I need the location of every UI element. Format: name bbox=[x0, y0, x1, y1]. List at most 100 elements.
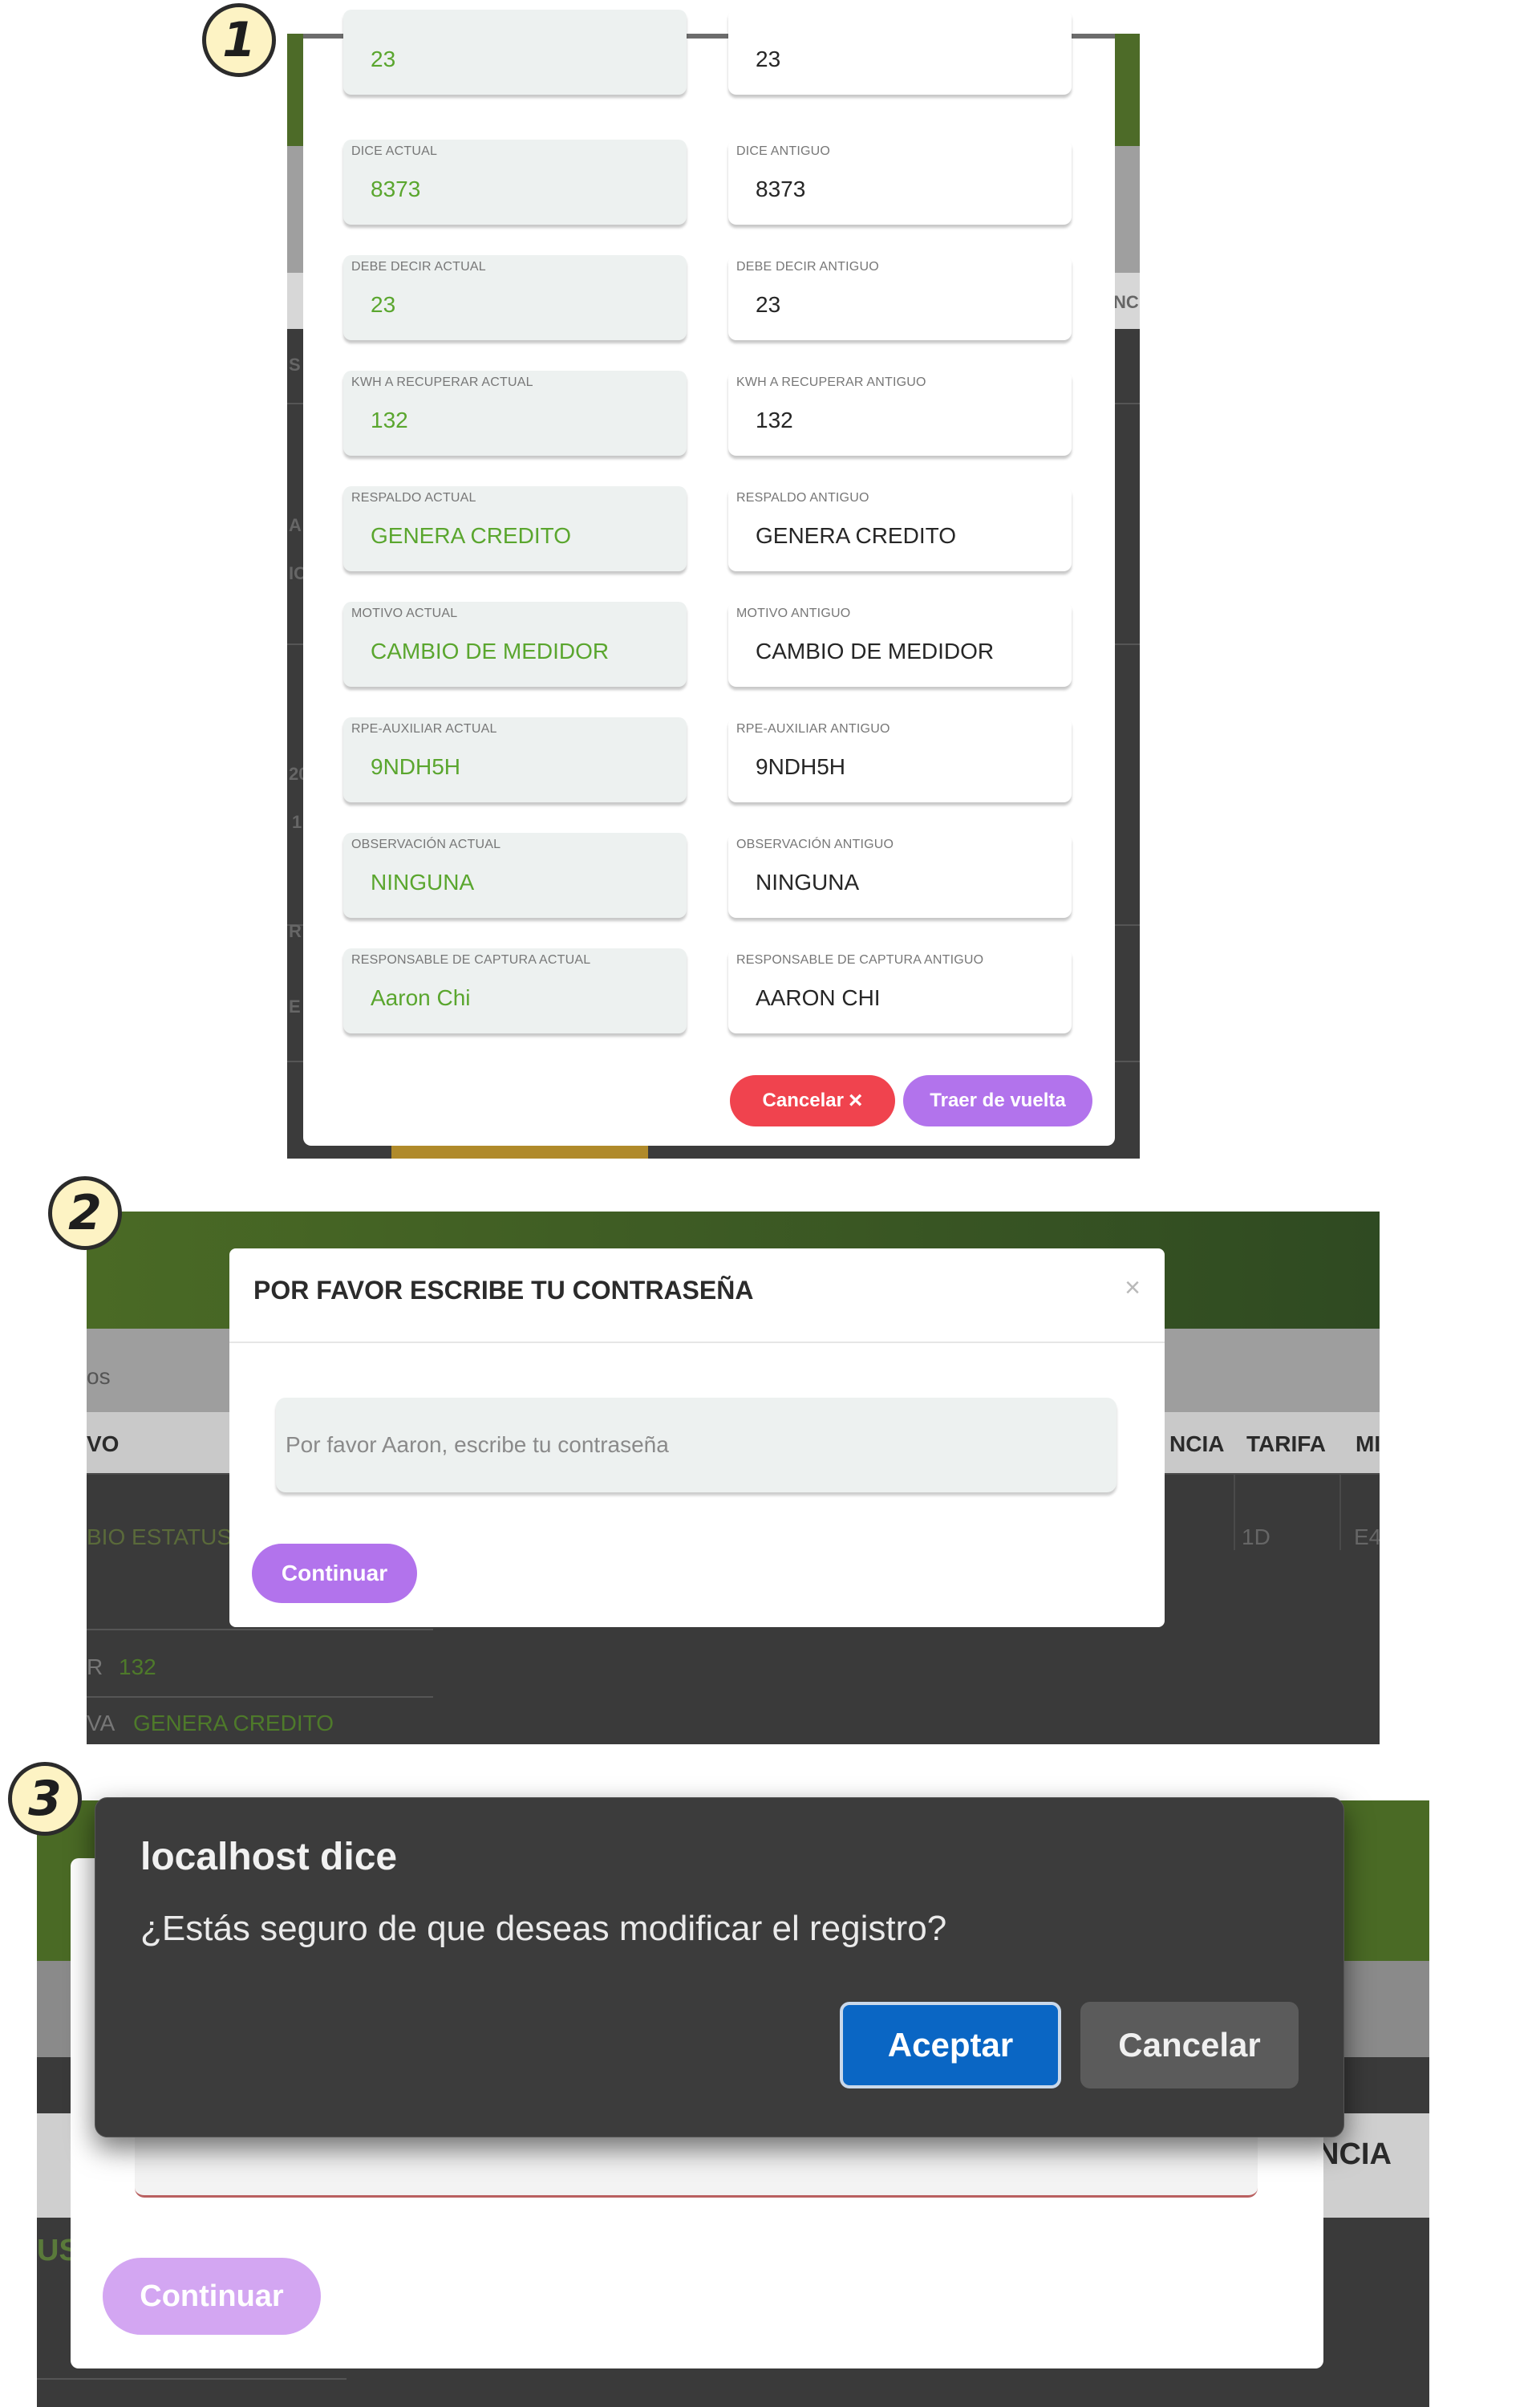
background-text-fragment: S bbox=[289, 355, 301, 375]
continue-button-label: Continuar bbox=[140, 2279, 284, 2313]
background-text-fragment: 1 bbox=[292, 812, 302, 832]
modal-title: POR FAVOR ESCRIBE TU CONTRASEÑA bbox=[253, 1276, 754, 1305]
cancel-button[interactable]: Cancelar bbox=[1080, 2002, 1299, 2088]
current-field[interactable]: OBSERVACIÓN ACTUAL NINGUNA bbox=[343, 833, 687, 918]
field-label: KWH A RECUPERAR ACTUAL bbox=[351, 375, 533, 389]
field-label: DEBE DECIR ANTIGUO bbox=[736, 260, 879, 274]
background-text-fragment: R bbox=[289, 921, 302, 941]
step-number: 2 bbox=[68, 1185, 102, 1241]
field-label: RPE-AUXILIAR ANTIGUO bbox=[736, 722, 890, 736]
background-tab-fragment: os bbox=[87, 1364, 111, 1389]
cancel-button-label: Cancelar bbox=[1118, 2026, 1261, 2064]
field-value: NINGUNA bbox=[371, 870, 475, 895]
continue-button[interactable]: Continuar bbox=[252, 1544, 417, 1603]
cancel-button-label: Cancelar bbox=[762, 1090, 844, 1111]
table-header-cell: NCIA bbox=[1169, 1431, 1225, 1456]
accept-button-label: Aceptar bbox=[887, 2026, 1014, 2064]
step-badge-3: 3 bbox=[8, 1762, 82, 1836]
old-field[interactable]: DEBE DECIR ANTIGUO 23 bbox=[728, 255, 1072, 340]
field-label: DICE ANTIGUO bbox=[736, 144, 831, 158]
continue-button[interactable]: Continuar bbox=[103, 2258, 321, 2335]
field-value: GENERA CREDITO bbox=[371, 523, 571, 548]
table-cell: 1D bbox=[1242, 1524, 1270, 1549]
field-value: GENERA CREDITO bbox=[756, 523, 956, 548]
password-input[interactable] bbox=[276, 1398, 1116, 1492]
field-label: OBSERVACIÓN ACTUAL bbox=[351, 838, 501, 851]
table-header-cell: VO bbox=[87, 1431, 120, 1456]
step-badge-1: 1 bbox=[202, 3, 276, 77]
accept-button[interactable]: Aceptar bbox=[840, 2002, 1061, 2088]
old-field[interactable]: RESPALDO ANTIGUO GENERA CREDITO bbox=[728, 486, 1072, 571]
field-label: OBSERVACIÓN ANTIGUO bbox=[736, 838, 894, 851]
detail-key: VA bbox=[87, 1711, 116, 1735]
compare-record-modal: 23 23 DICE ACTUAL 8373 DICE ANTIGUO 8373 DEBE … bbox=[303, 10, 1115, 1146]
modal-header-divider bbox=[229, 1342, 1165, 1343]
field-label: DICE ACTUAL bbox=[351, 144, 438, 158]
field-value: 132 bbox=[756, 408, 793, 432]
field-value: 23 bbox=[756, 292, 781, 317]
step-number: 1 bbox=[222, 12, 256, 68]
field-value: 23 bbox=[371, 292, 396, 317]
old-field[interactable]: MOTIVO ANTIGUO CAMBIO DE MEDIDOR bbox=[728, 602, 1072, 687]
restore-button[interactable]: Traer de vuelta bbox=[903, 1075, 1092, 1126]
current-field[interactable]: RESPALDO ACTUAL GENERA CREDITO bbox=[343, 486, 687, 571]
detail-divider bbox=[87, 1629, 433, 1630]
old-field[interactable]: RESPONSABLE DE CAPTURA ANTIGUO AARON CHI bbox=[728, 948, 1072, 1033]
current-field[interactable]: DEBE DECIR ACTUAL 23 bbox=[343, 255, 687, 340]
current-field[interactable]: DICE ACTUAL 8373 bbox=[343, 140, 687, 225]
old-field[interactable]: OBSERVACIÓN ANTIGUO NINGUNA bbox=[728, 833, 1072, 918]
field-value: NINGUNA bbox=[756, 870, 860, 895]
field-label: MOTIVO ACTUAL bbox=[351, 607, 458, 620]
column-divider bbox=[1339, 1473, 1341, 1550]
field-value: 23 bbox=[371, 47, 396, 71]
field-label: RPE-AUXILIAR ACTUAL bbox=[351, 722, 497, 736]
field-value: Aaron Chi bbox=[371, 985, 471, 1010]
detail-value: GENERA CREDITO bbox=[133, 1711, 334, 1735]
old-field[interactable]: 23 bbox=[728, 10, 1072, 95]
current-field[interactable]: MOTIVO ACTUAL CAMBIO DE MEDIDOR bbox=[343, 602, 687, 687]
field-label: RESPALDO ACTUAL bbox=[351, 491, 476, 505]
field-value: CAMBIO DE MEDIDOR bbox=[371, 639, 610, 664]
field-value: 8373 bbox=[756, 177, 806, 201]
current-field[interactable]: KWH A RECUPERAR ACTUAL 132 bbox=[343, 371, 687, 456]
step-badge-2: 2 bbox=[48, 1176, 122, 1250]
old-field[interactable]: DICE ANTIGUO 8373 bbox=[728, 140, 1072, 225]
background-text-fragment: E bbox=[289, 996, 301, 1017]
background-text-fragment: A bbox=[289, 515, 302, 535]
table-cell: BIO ESTATUS bbox=[87, 1524, 232, 1549]
continue-button-label: Continuar bbox=[281, 1561, 388, 1585]
field-value: AARON CHI bbox=[756, 985, 881, 1010]
table-cell: E4 bbox=[1354, 1524, 1380, 1549]
restore-button-label: Traer de vuelta bbox=[930, 1090, 1066, 1111]
field-value: 132 bbox=[371, 408, 408, 432]
row-divider bbox=[37, 2378, 346, 2380]
field-label: KWH A RECUPERAR ANTIGUO bbox=[736, 375, 926, 389]
current-field[interactable]: 23 bbox=[343, 10, 687, 95]
field-label: RESPONSABLE DE CAPTURA ACTUAL bbox=[351, 953, 591, 967]
table-header-cell: TARIFA bbox=[1246, 1431, 1327, 1456]
field-value: 9NDH5H bbox=[756, 754, 846, 779]
old-field[interactable]: RPE-AUXILIAR ANTIGUO 9NDH5H bbox=[728, 717, 1072, 802]
close-icon[interactable]: × bbox=[1125, 1273, 1141, 1304]
detail-value: 132 bbox=[119, 1654, 156, 1679]
detail-key: R bbox=[87, 1654, 103, 1679]
old-field[interactable]: KWH A RECUPERAR ANTIGUO 132 bbox=[728, 371, 1072, 456]
field-label: RESPONSABLE DE CAPTURA ANTIGUO bbox=[736, 953, 984, 967]
detail-divider bbox=[87, 1696, 433, 1698]
field-value: 23 bbox=[756, 47, 781, 71]
step-number: 3 bbox=[28, 1771, 62, 1827]
confirm-dialog: localhost dice ¿Estás seguro de que dese… bbox=[95, 1797, 1344, 2137]
background-text-fragment: NC bbox=[1113, 292, 1139, 312]
table-header-cell: NCIA bbox=[1317, 2137, 1392, 2171]
table-header-cell: MI bbox=[1356, 1431, 1380, 1456]
cancel-button[interactable]: Cancelar × bbox=[730, 1075, 895, 1126]
dialog-message: ¿Estás seguro de que deseas modificar el… bbox=[140, 1909, 947, 1948]
column-divider bbox=[1234, 1473, 1235, 1550]
field-label: DEBE DECIR ACTUAL bbox=[351, 260, 486, 274]
close-icon: × bbox=[848, 1087, 863, 1114]
field-value: 8373 bbox=[371, 177, 421, 201]
field-value: CAMBIO DE MEDIDOR bbox=[756, 639, 995, 664]
field-label: RESPALDO ANTIGUO bbox=[736, 491, 869, 505]
current-field[interactable]: RPE-AUXILIAR ACTUAL 9NDH5H bbox=[343, 717, 687, 802]
current-field[interactable]: RESPONSABLE DE CAPTURA ACTUAL Aaron Chi bbox=[343, 948, 687, 1033]
